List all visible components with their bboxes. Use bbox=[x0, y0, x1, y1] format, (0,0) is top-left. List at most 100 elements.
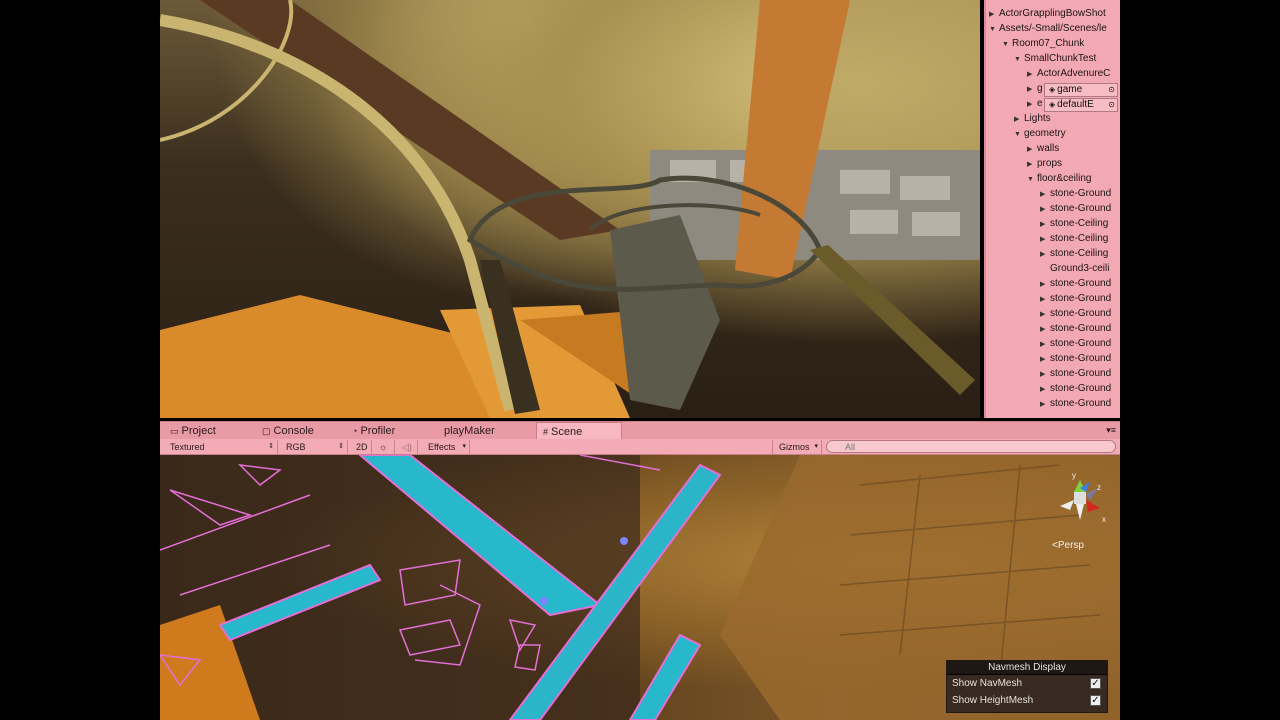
hierarchy-panel[interactable]: ▶ ActorGrapplingBowShot ▼ Assets/-Small/Sc… bbox=[984, 0, 1120, 418]
layer-chip-game[interactable]: ◈ game ⊙ bbox=[1044, 83, 1118, 97]
gizmos-dropdown[interactable]: Gizmos ▾ bbox=[772, 440, 822, 454]
expand-arrow-icon[interactable]: ▶ bbox=[1040, 247, 1050, 262]
expand-arrow-icon[interactable]: ▼ bbox=[989, 22, 999, 37]
hierarchy-item[interactable]: ▶ ActorAdvenureC bbox=[1027, 66, 1110, 81]
expand-arrow-icon[interactable]: ▼ bbox=[1014, 52, 1024, 67]
projection-toggle[interactable]: <Persp bbox=[1052, 540, 1084, 551]
tab-console[interactable]: ▢ Console bbox=[256, 422, 346, 440]
tab-playmaker[interactable]: playMaker bbox=[438, 422, 534, 440]
hierarchy-item[interactable]: ▶ stone-Ground bbox=[1040, 321, 1111, 336]
expand-arrow-icon[interactable]: ▶ bbox=[1040, 397, 1050, 412]
show-navmesh-row[interactable]: Show NavMesh ✓ bbox=[947, 675, 1107, 692]
hierarchy-item[interactable]: ▶ props bbox=[1027, 156, 1062, 171]
expand-arrow-icon[interactable]: ▶ bbox=[1014, 112, 1024, 127]
expand-arrow-icon[interactable]: ▶ bbox=[1040, 337, 1050, 352]
panel-menu-icon[interactable]: ▾≡ bbox=[1106, 425, 1116, 436]
hierarchy-item-label: stone-Ground bbox=[1050, 203, 1112, 214]
expand-arrow-icon[interactable]: ▶ bbox=[1040, 382, 1050, 397]
hierarchy-item-label: g bbox=[1037, 83, 1043, 94]
expand-arrow-icon[interactable]: ▶ bbox=[1040, 217, 1050, 232]
scene-audio-button[interactable]: ◁) bbox=[396, 440, 418, 454]
hierarchy-item-label: stone-Ceiling bbox=[1050, 233, 1109, 244]
scene-lighting-button[interactable]: ☼ bbox=[373, 440, 395, 454]
tab-profiler[interactable]: ◔ Profiler bbox=[346, 422, 436, 440]
expand-arrow-icon[interactable]: ▶ bbox=[989, 7, 999, 22]
hierarchy-item[interactable]: ▶ stone-Ceiling bbox=[1040, 231, 1108, 246]
hierarchy-item-label: walls bbox=[1037, 143, 1060, 154]
hierarchy-item[interactable]: ▶ e bbox=[1027, 96, 1043, 111]
expand-arrow-icon[interactable]: ▼ bbox=[1002, 37, 1012, 52]
expand-arrow-icon[interactable]: ▶ bbox=[1040, 367, 1050, 382]
hierarchy-item-label: stone-Ceiling bbox=[1050, 248, 1109, 259]
tab-project[interactable]: ▭ Project bbox=[164, 422, 256, 440]
draw-mode-dropdown[interactable]: Textured ⇕ bbox=[164, 440, 278, 454]
show-heightmesh-label: Show HeightMesh bbox=[952, 695, 1034, 706]
orientation-gizmo[interactable]: y z x bbox=[1050, 470, 1110, 530]
hierarchy-item[interactable]: ▼ floor&ceiling bbox=[1027, 171, 1091, 186]
dropdown-arrow-icon: ▾ bbox=[462, 443, 466, 450]
show-heightmesh-row[interactable]: Show HeightMesh ✓ bbox=[947, 692, 1107, 709]
dropdown-arrow-icon: ⇕ bbox=[268, 443, 274, 450]
show-navmesh-checkbox[interactable]: ✓ bbox=[1090, 678, 1101, 689]
expand-arrow-icon[interactable]: ▶ bbox=[1027, 97, 1037, 112]
gizmo-axis-x: x bbox=[1102, 515, 1106, 524]
target-icon[interactable]: ⊙ bbox=[1108, 84, 1115, 96]
expand-arrow-icon[interactable]: ▶ bbox=[1027, 157, 1037, 172]
speaker-icon: ◁) bbox=[402, 442, 412, 452]
expand-arrow-icon[interactable]: ▶ bbox=[1027, 142, 1037, 157]
hierarchy-item[interactable]: ▶ stone-Ground bbox=[1040, 381, 1111, 396]
hierarchy-item[interactable]: ▶ walls bbox=[1027, 141, 1059, 156]
expand-arrow-icon[interactable]: ▶ bbox=[1040, 322, 1050, 337]
expand-arrow-icon[interactable]: ▶ bbox=[1040, 202, 1050, 217]
target-icon[interactable]: ⊙ bbox=[1108, 99, 1115, 111]
hierarchy-item-label: stone-Ground bbox=[1050, 398, 1112, 409]
expand-arrow-icon[interactable]: ▶ bbox=[1040, 307, 1050, 322]
hierarchy-item-label: Ground3-ceili bbox=[1050, 263, 1110, 274]
hierarchy-item[interactable]: ▶ stone-Ground bbox=[1040, 336, 1111, 351]
hierarchy-item[interactable]: ▶ stone-Ground bbox=[1040, 366, 1111, 381]
show-navmesh-label: Show NavMesh bbox=[952, 678, 1023, 689]
hierarchy-item[interactable]: ▶ g bbox=[1027, 81, 1043, 96]
hierarchy-item-label: stone-Ground bbox=[1050, 308, 1112, 319]
hierarchy-item[interactable]: ▶ stone-Ground bbox=[1040, 351, 1111, 366]
prefab-icon: ◈ bbox=[1049, 85, 1056, 94]
hierarchy-item[interactable]: ▶ stone-Ceiling bbox=[1040, 216, 1108, 231]
effects-dropdown[interactable]: Effects ▾ bbox=[422, 440, 470, 454]
show-heightmesh-checkbox[interactable]: ✓ bbox=[1090, 695, 1101, 706]
toggle-2d-button[interactable]: 2D bbox=[350, 440, 372, 454]
hierarchy-item[interactable]: ▶ stone-Ground bbox=[1040, 396, 1111, 411]
prefab-icon: ◈ bbox=[1049, 100, 1056, 109]
hierarchy-item[interactable]: ▶ stone-Ground bbox=[1040, 291, 1111, 306]
hierarchy-item[interactable]: ▶ stone-Ceiling bbox=[1040, 246, 1108, 261]
expand-arrow-icon[interactable]: ▶ bbox=[1040, 232, 1050, 247]
expand-arrow-icon[interactable]: ▶ bbox=[1027, 67, 1037, 82]
tab-scene[interactable]: # Scene bbox=[536, 422, 622, 440]
expand-arrow-icon[interactable]: ▶ bbox=[1040, 187, 1050, 202]
expand-arrow-icon[interactable]: ▼ bbox=[1027, 172, 1037, 187]
expand-arrow-icon[interactable]: ▶ bbox=[1040, 277, 1050, 292]
gizmo-axis-y: y bbox=[1072, 471, 1076, 480]
render-mode-dropdown[interactable]: RGB ⇕ bbox=[280, 440, 348, 454]
hierarchy-item[interactable]: ▼ Room07_Chunk bbox=[1002, 36, 1084, 51]
console-icon: ▢ bbox=[262, 426, 271, 436]
game-view[interactable] bbox=[160, 0, 980, 418]
hierarchy-item[interactable]: ▶ stone-Ground bbox=[1040, 276, 1111, 291]
layer-chip-default[interactable]: ◈ defaultE ⊙ bbox=[1044, 98, 1118, 112]
hierarchy-item[interactable]: ▼ SmallChunkTest bbox=[1014, 51, 1096, 66]
expand-arrow-icon[interactable]: ▶ bbox=[1027, 82, 1037, 97]
hierarchy-item[interactable]: ▼ Assets/-Small/Scenes/le bbox=[989, 21, 1107, 36]
hierarchy-item[interactable]: ▶ stone-Ground bbox=[1040, 186, 1111, 201]
expand-arrow-icon[interactable]: ▶ bbox=[1040, 352, 1050, 367]
hierarchy-item[interactable]: Ground3-ceili bbox=[1040, 261, 1109, 276]
hierarchy-item[interactable]: ▼ geometry bbox=[1014, 126, 1066, 141]
expand-arrow-icon[interactable]: ▶ bbox=[1040, 292, 1050, 307]
hierarchy-item[interactable]: ▶ ActorGrapplingBowShot bbox=[989, 6, 1106, 21]
hierarchy-item[interactable]: ▶ Lights bbox=[1014, 111, 1051, 126]
editor-tab-bar: ▭ Project ▢ Console ◔ Profiler playMaker # S… bbox=[160, 421, 1120, 440]
expand-arrow-icon[interactable]: ▼ bbox=[1014, 127, 1024, 142]
scene-search-input[interactable] bbox=[826, 440, 1116, 453]
scene-grid-icon: # bbox=[543, 427, 549, 437]
hierarchy-item[interactable]: ▶ stone-Ground bbox=[1040, 306, 1111, 321]
hierarchy-item[interactable]: ▶ stone-Ground bbox=[1040, 201, 1111, 216]
profiler-icon: ◔ bbox=[352, 426, 358, 436]
